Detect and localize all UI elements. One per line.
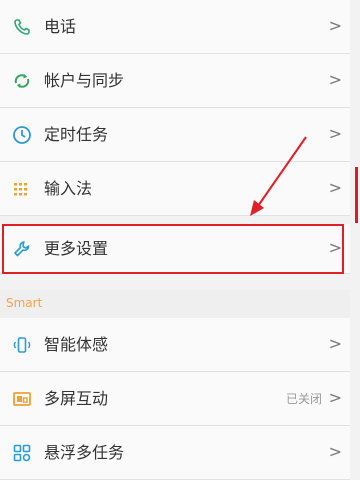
highlight-box bbox=[2, 224, 344, 274]
settings-item-phone[interactable]: 电话 > bbox=[0, 0, 350, 54]
keyboard-icon bbox=[14, 183, 27, 196]
settings-item-account-sync[interactable]: 帐户与同步 > bbox=[0, 54, 350, 108]
chevron-right-icon: > bbox=[328, 124, 342, 143]
settings-item-floating-multitask[interactable]: 悬浮多任务 > bbox=[0, 426, 350, 480]
settings-item-label: 智能体感 bbox=[44, 335, 109, 354]
chevron-right-icon: > bbox=[328, 334, 342, 353]
settings-item-input-method[interactable]: 输入法 > bbox=[0, 162, 350, 216]
settings-item-multiscreen[interactable]: 多屏互动 已关闭 > bbox=[0, 372, 350, 426]
settings-item-label: 电话 bbox=[44, 17, 77, 36]
settings-item-label: 多屏互动 bbox=[44, 389, 109, 408]
settings-item-smart-motion[interactable]: 智能体感 > bbox=[0, 318, 350, 372]
motion-icon bbox=[13, 337, 31, 353]
settings-item-label: 输入法 bbox=[44, 179, 93, 198]
chevron-right-icon: > bbox=[328, 442, 342, 461]
chevron-right-icon: > bbox=[328, 388, 342, 407]
clock-icon bbox=[13, 126, 31, 144]
multiscreen-icon bbox=[13, 392, 31, 406]
floating-task-icon bbox=[13, 444, 31, 462]
settings-item-label: 帐户与同步 bbox=[44, 71, 125, 90]
chevron-right-icon: > bbox=[328, 178, 342, 197]
settings-item-label: 定时任务 bbox=[44, 125, 109, 144]
phone-icon bbox=[14, 19, 30, 35]
chevron-right-icon: > bbox=[328, 70, 342, 89]
red-edge-mark bbox=[355, 167, 358, 223]
sync-icon bbox=[14, 74, 30, 88]
settings-item-label: 悬浮多任务 bbox=[44, 443, 125, 462]
section-header-smart: Smart bbox=[0, 290, 350, 318]
settings-item-scheduled-tasks[interactable]: 定时任务 > bbox=[0, 108, 350, 162]
chevron-right-icon: > bbox=[328, 16, 342, 35]
status-text: 已关闭 bbox=[285, 392, 322, 406]
section-title: Smart bbox=[6, 296, 43, 310]
